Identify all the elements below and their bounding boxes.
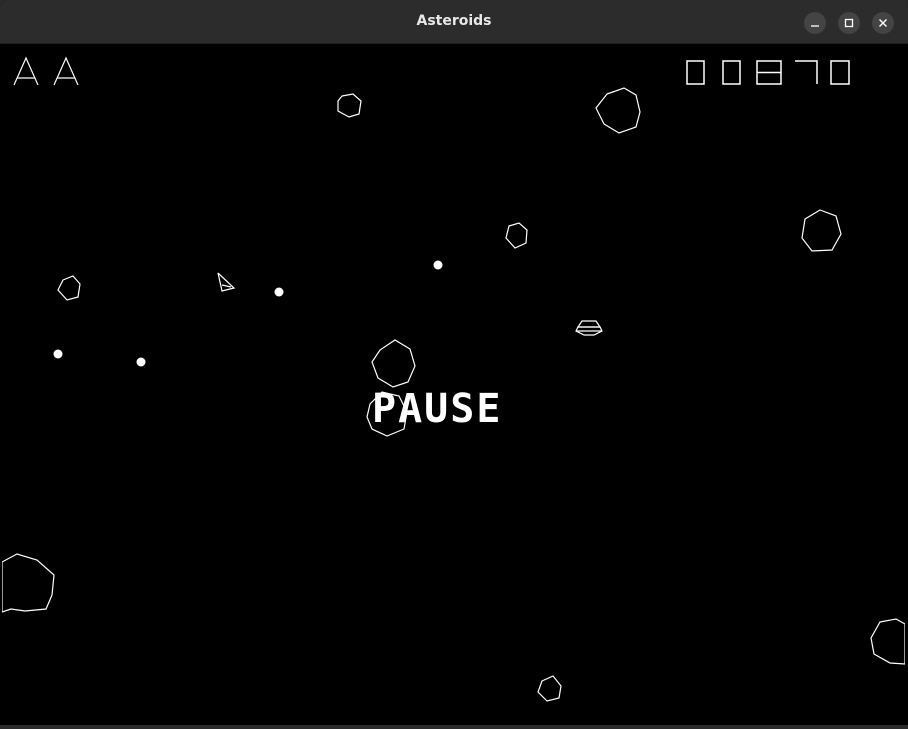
asteroid-medium	[595, 87, 641, 134]
window-title: Asteroids	[416, 13, 492, 29]
lives-indicator	[13, 56, 79, 86]
score-digit-0	[830, 60, 850, 85]
minimize-icon	[811, 25, 819, 27]
life-ship-icon	[53, 56, 79, 86]
window-bottom-border	[0, 725, 908, 729]
asteroid-medium	[801, 209, 842, 252]
score-digit-7	[795, 60, 818, 84]
maximize-icon	[844, 18, 854, 28]
life-ship-icon	[13, 56, 39, 86]
minimize-button[interactable]	[804, 12, 826, 34]
score-display	[686, 60, 850, 85]
asteroid-small	[57, 275, 81, 301]
score-digit-0	[686, 60, 705, 85]
asteroid-medium	[371, 339, 416, 388]
pause-label: PAUSE	[372, 386, 503, 432]
asteroid-small	[505, 222, 528, 249]
bullets	[53, 260, 443, 367]
maximize-button[interactable]	[838, 12, 860, 34]
asteroid-small	[537, 675, 562, 702]
title-bar[interactable]: Asteroids	[0, 0, 908, 44]
player-ship	[217, 272, 236, 292]
bullet	[136, 357, 146, 367]
asteroid-small	[337, 93, 362, 118]
close-icon	[879, 19, 887, 27]
game-canvas[interactable]: PAUSE	[2, 44, 905, 725]
score-digit-0	[722, 60, 741, 85]
asteroid-medium	[870, 618, 905, 665]
enemy-saucer	[575, 320, 603, 336]
bullet	[433, 260, 443, 270]
game-window: Asteroids PAUSE	[0, 0, 908, 729]
bullet	[53, 349, 63, 359]
asteroid-large	[2, 553, 55, 613]
game-scene	[2, 56, 905, 702]
bullet	[274, 287, 284, 297]
close-button[interactable]	[872, 12, 894, 34]
score-digit-8	[756, 60, 782, 85]
